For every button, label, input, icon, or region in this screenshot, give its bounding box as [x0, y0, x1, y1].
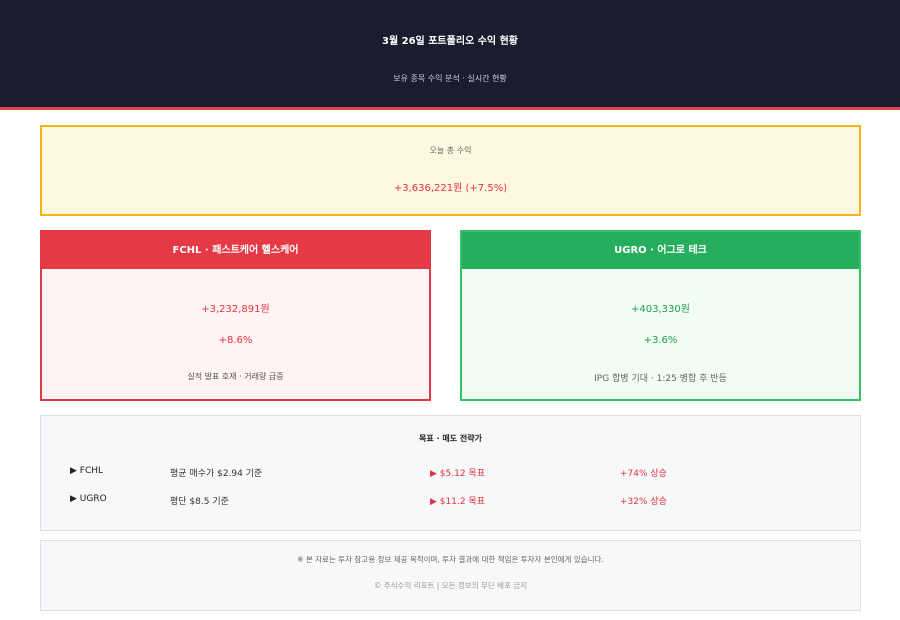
- stock-profit-amount: +403,330원: [631, 304, 690, 315]
- target-price: ▶ $5.12 목표: [430, 469, 485, 479]
- stock-card-ugro: UGRO · 어그로 테크 +403,330원 +3.6% IPG 합병 기대 …: [460, 230, 861, 401]
- disclaimer-text: ※ 본 자료는 투자 참고용 정보 제공 목적이며, 투자 결과에 대한 책임은…: [297, 555, 604, 564]
- target-avg-price: 평단 $8.5 기준: [170, 497, 229, 507]
- stock-profit-percent: +3.6%: [643, 335, 678, 346]
- stock-card-header: UGRO · 어그로 테크: [462, 232, 859, 269]
- target-symbol: ▶ FCHL: [70, 466, 104, 476]
- page-title: 3월 26일 포트폴리오 수익 현황: [382, 36, 518, 47]
- header-banner: 3월 26일 포트폴리오 수익 현황 보유 종목 수익 분석 · 실시간 현황: [0, 0, 900, 110]
- target-gain: +74% 상승: [620, 469, 667, 479]
- target-avg-price: 평균 매수가 $2.94 기준: [170, 469, 263, 479]
- target-row: ▶ UGRO 평단 $8.5 기준 ▶ $11.2 목표 +32% 상승: [41, 494, 860, 508]
- target-row: ▶ FCHL 평균 매수가 $2.94 기준 ▶ $5.12 목표 +74% 상…: [41, 466, 860, 480]
- total-profit-label: 오늘 총 수익: [429, 146, 472, 155]
- stock-note: IPG 합병 기대 · 1:25 병합 후 반등: [594, 374, 727, 384]
- stock-card-header: FCHL · 패스트케어 헬스케어: [42, 232, 429, 269]
- stock-profit-amount: +3,232,891원: [201, 304, 270, 315]
- target-strategy-panel: 목표 · 매도 전략가 ▶ FCHL 평균 매수가 $2.94 기준 ▶ $5.…: [40, 415, 861, 531]
- total-profit-value: +3,636,221원 (+7.5%): [393, 183, 508, 194]
- page-subtitle: 보유 종목 수익 분석 · 실시간 현황: [393, 74, 507, 83]
- total-profit-panel: 오늘 총 수익 +3,636,221원 (+7.5%): [40, 125, 861, 216]
- stock-note: 실적 발표 호재 · 거래량 급증: [187, 372, 284, 381]
- stock-card-fchl: FCHL · 패스트케어 헬스케어 +3,232,891원 +8.6% 실적 발…: [40, 230, 431, 401]
- target-symbol: ▶ UGRO: [70, 494, 107, 504]
- copyright-text: © 주식수익 리포트 | 모든 정보의 무단 배포 금지: [373, 581, 528, 590]
- footer: ※ 본 자료는 투자 참고용 정보 제공 목적이며, 투자 결과에 대한 책임은…: [40, 540, 861, 611]
- target-strategy-title: 목표 · 매도 전략가: [419, 434, 482, 443]
- target-gain: +32% 상승: [620, 497, 667, 507]
- target-price: ▶ $11.2 목표: [430, 497, 485, 507]
- stock-profit-percent: +8.6%: [218, 335, 253, 346]
